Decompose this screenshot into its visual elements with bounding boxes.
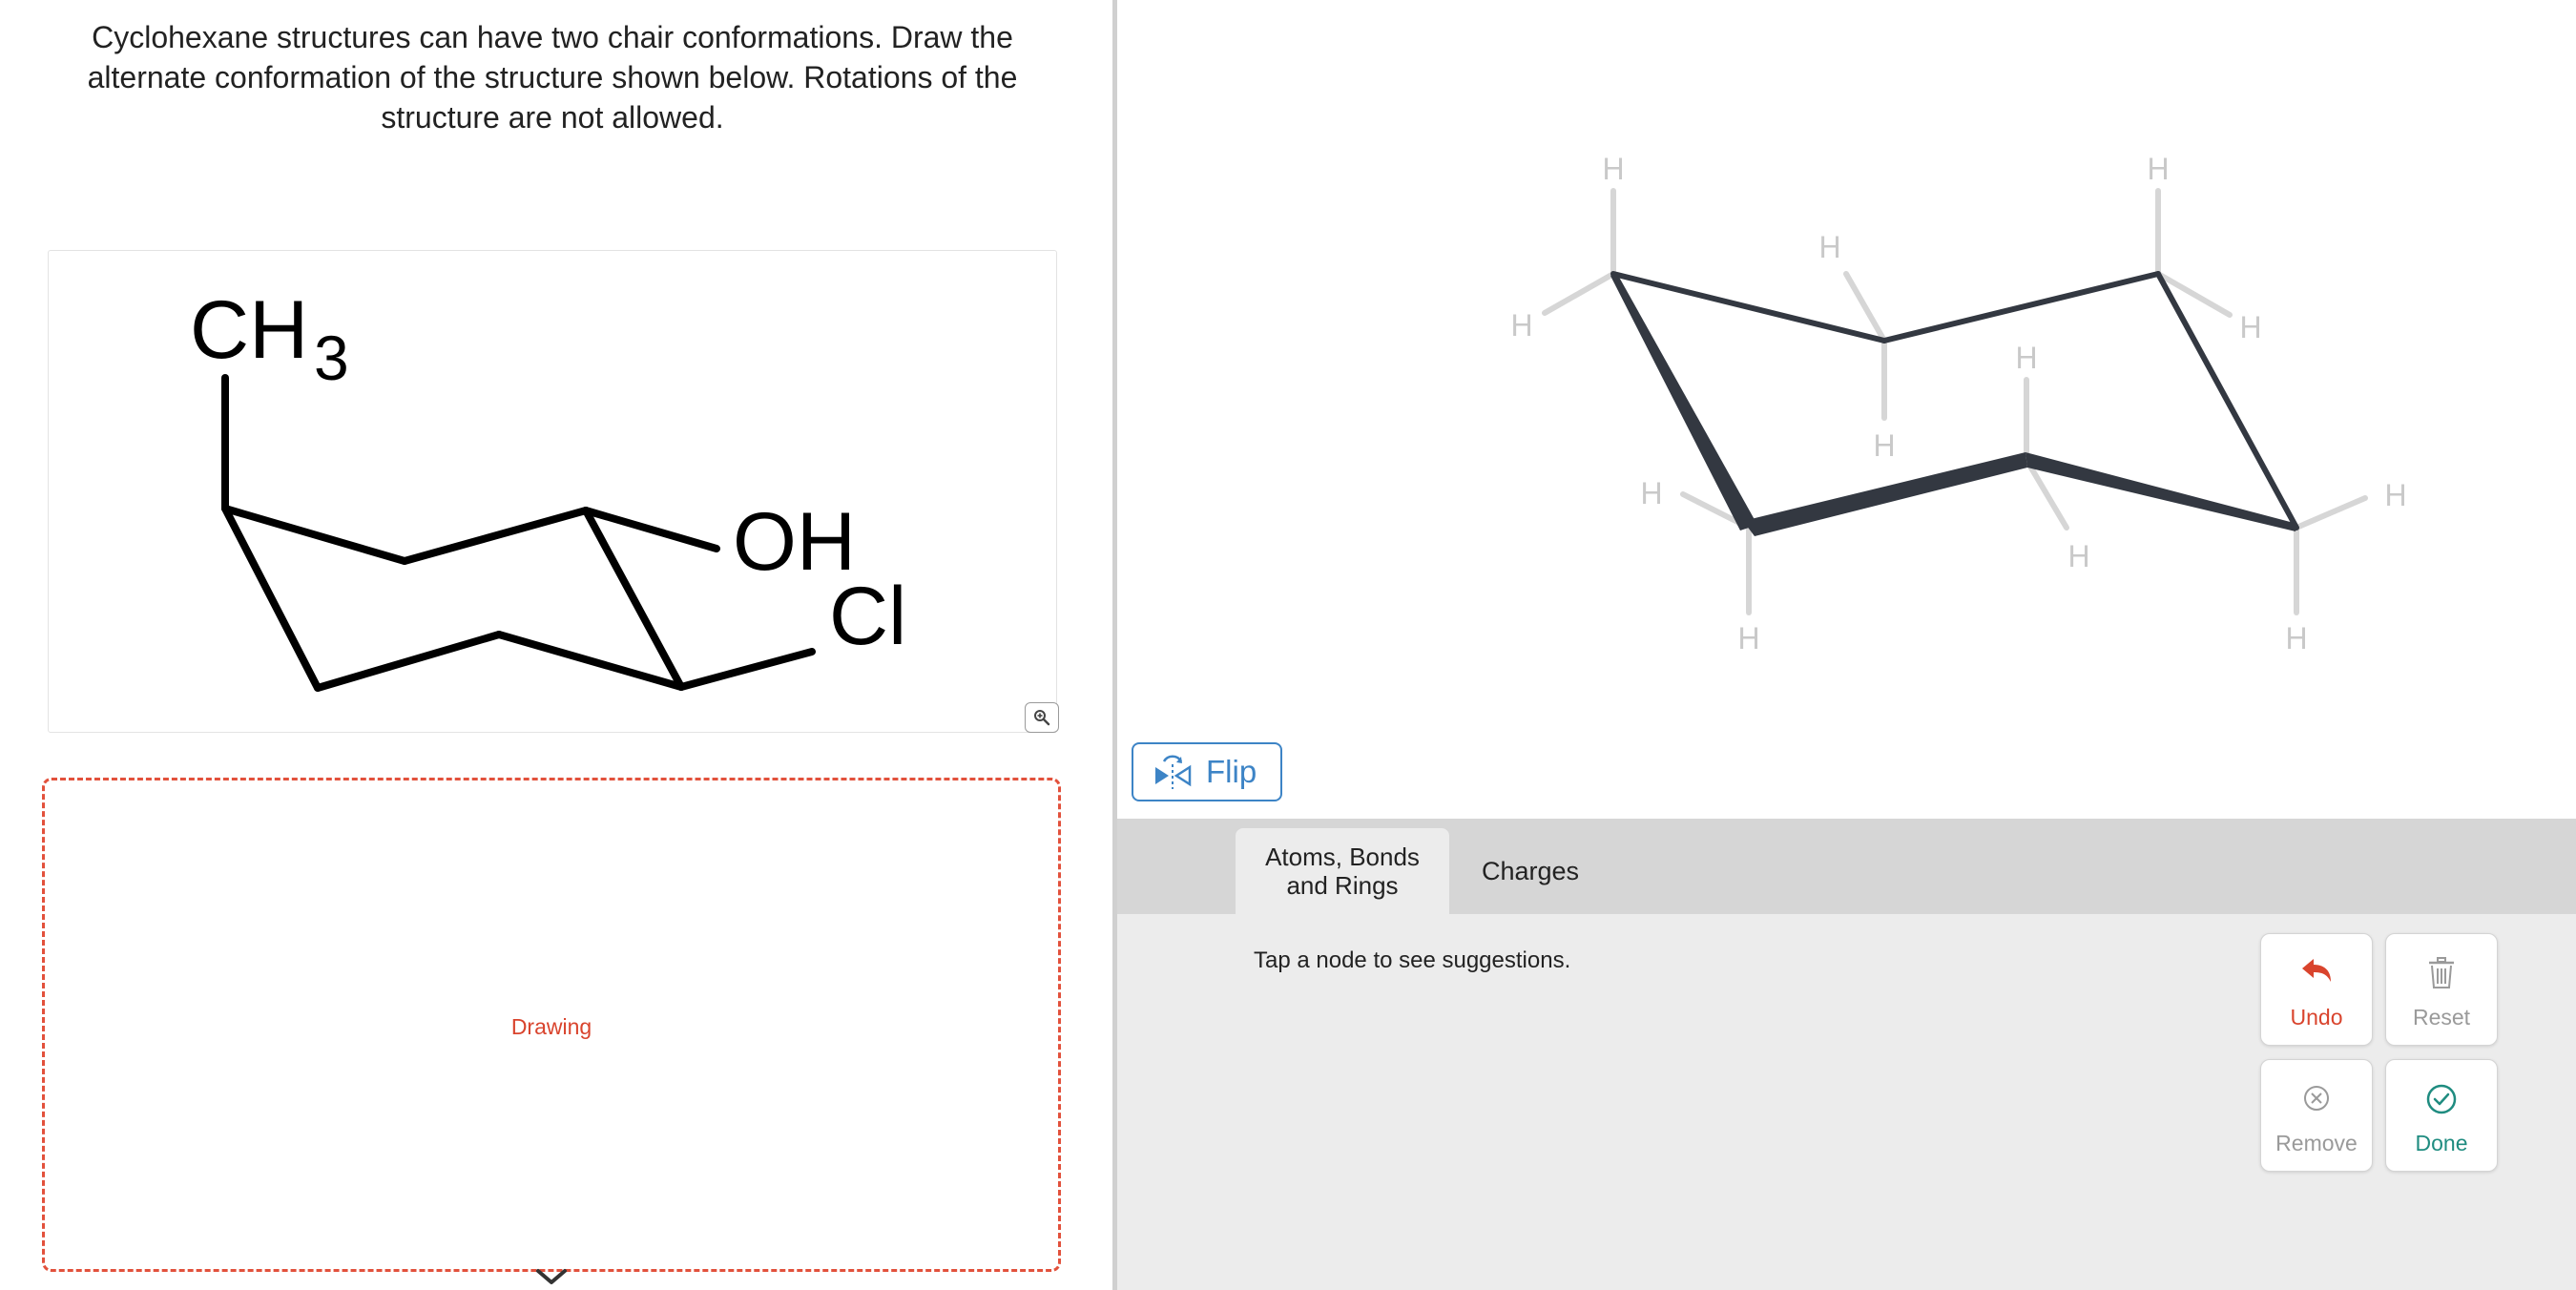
trash-icon [2429,957,2454,988]
chevron-down-icon[interactable] [534,1267,569,1286]
hydrogen-label: H [2015,341,2037,375]
question-panel: Cyclohexane structures can have two chai… [0,0,1112,1290]
hydrogen-label: H [2239,310,2261,344]
drawing-drop-area[interactable]: Drawing [42,778,1061,1272]
hydrogen-label: H [1873,428,1895,463]
drawing-tool-panel: H H H H H H H H H H H H Flip Atoms, Bond… [1117,0,2576,1290]
given-structure-box: CH 3 OH Cl [48,250,1057,733]
hydrogen-bond [1542,271,1616,316]
hydrogen-label: H [1640,476,1662,510]
done-button[interactable]: Done [2385,1059,2498,1172]
tab-charges[interactable]: Charges [1449,828,1611,914]
hydrogen-bond [2294,495,2368,531]
ring-bond-back [1610,271,1887,343]
reset-button[interactable]: Reset [2385,933,2498,1046]
bond-ring [401,507,590,565]
hydrogen-label: H [2285,621,2307,655]
zoom-button[interactable] [1025,702,1059,733]
hydrogen-label: H [2147,152,2169,186]
chair-drawing-canvas[interactable]: H H H H H H H H H H H H [1117,0,2576,819]
hydrogen-label: H [2067,539,2089,573]
hydrogen-label: H [1737,621,1759,655]
undo-icon [2302,959,2331,982]
ring-bond-back [1881,271,2161,343]
bond-ring [314,631,503,692]
remove-button[interactable]: Remove [2260,1059,2373,1172]
question-text: Cyclohexane structures can have two chai… [87,20,1018,135]
remove-x-icon [2304,1086,2329,1111]
hydrogen-label: H [1510,308,1532,343]
chair-structure-drawing: CH 3 OH Cl [190,284,906,692]
undo-button[interactable]: Undo [2260,933,2373,1046]
flip-label: Flip [1206,754,1257,789]
reset-label: Reset [2412,1005,2471,1030]
hydrogen-label: H [1602,152,1624,186]
hint-text: Tap a node to see suggestions. [1254,947,1571,973]
ring-bond-wedge [1743,452,2027,536]
flip-button[interactable]: Flip [1132,742,1282,801]
magnifier-plus-icon [1034,710,1050,726]
check-circle-icon [2426,1084,2457,1114]
drawing-label: Drawing [510,1014,592,1039]
flip-icon [1155,755,1192,789]
tool-options-area: Tap a node to see suggestions. Undo Rese… [1117,914,2576,1290]
done-label: Done [2415,1131,2468,1155]
bond-cl [677,648,816,691]
undo-label: Undo [2290,1005,2343,1030]
ch3-subscript: 3 [314,322,349,393]
remove-label: Remove [2275,1131,2358,1155]
tab-atoms-bonds-rings[interactable]: Atoms, Bonds and Rings [1236,828,1449,914]
hydrogen-label: H [2384,478,2406,512]
cl-label: Cl [829,571,906,662]
hydrogen-label: H [1818,230,1840,264]
ch3-label: CH [190,284,308,376]
ring-bond-wedge [2025,452,2297,531]
